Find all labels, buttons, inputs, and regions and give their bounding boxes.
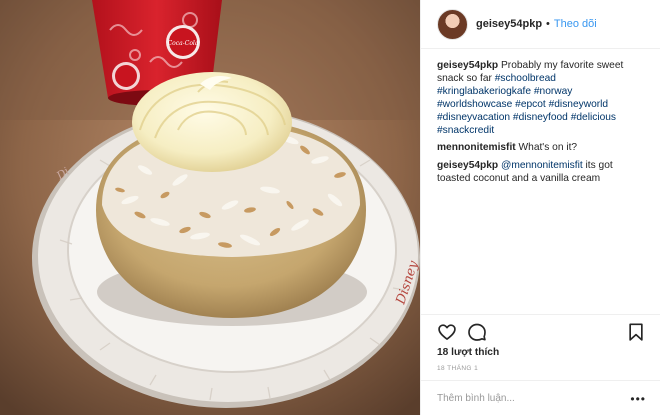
instagram-post: Coca-Cola Disney Di geisey54pkp • Theo d… <box>0 0 660 415</box>
hashtag-link[interactable]: #disneyworld <box>549 99 608 110</box>
post-header: geisey54pkp • Theo dõi <box>421 0 660 49</box>
like-count[interactable]: 18 lượt thích <box>437 347 646 358</box>
separator-dot: • <box>546 18 550 30</box>
post-author-username[interactable]: geisey54pkp <box>476 18 542 30</box>
post-photo[interactable]: Coca-Cola Disney Di <box>0 0 420 415</box>
comment-item: geisey54pkp @mennonitemisfit its got toa… <box>437 160 646 186</box>
comment-username[interactable]: mennonitemisfit <box>437 142 516 153</box>
bookmark-icon[interactable] <box>626 322 646 342</box>
post-actions: 18 lượt thích 18 THÁNG 1 <box>421 314 660 372</box>
cup-logo-text: Coca-Cola <box>168 40 199 47</box>
post-date: 18 THÁNG 1 <box>437 365 479 372</box>
follow-button[interactable]: Theo dõi <box>554 18 597 30</box>
hashtag-link[interactable]: #snackcredit <box>437 125 494 136</box>
hashtag-link[interactable]: #disneyfood <box>513 112 568 123</box>
hashtag-link[interactable]: #disneyvacation <box>437 112 510 123</box>
comment-text: What's on it? <box>518 142 578 154</box>
hashtag-link[interactable]: #schoolbread <box>495 73 556 84</box>
add-comment-bar: Thêm bình luận... ••• <box>421 380 660 416</box>
hashtag-link[interactable]: #worldshowcase <box>437 99 512 110</box>
add-comment-input[interactable]: Thêm bình luận... <box>437 393 630 404</box>
hashtag-link[interactable]: #kringlabakeriogkafe <box>437 86 531 97</box>
hashtag-link[interactable]: #norway <box>534 86 573 97</box>
hashtag-link[interactable]: #epcot <box>515 99 546 110</box>
mention-link[interactable]: @mennonitemisfit <box>501 160 583 171</box>
comment-item: geisey54pkp Probably my favorite sweet s… <box>437 60 646 137</box>
hashtag-link[interactable]: #delicious <box>571 112 616 123</box>
more-options-button[interactable]: ••• <box>630 392 646 406</box>
comment-icon[interactable] <box>467 322 487 342</box>
comment-username[interactable]: geisey54pkp <box>437 60 498 71</box>
school-bread-photo: Coca-Cola Disney Di <box>0 0 420 415</box>
comment-item: mennonitemisfit What's on it? <box>437 142 646 155</box>
comments-list: geisey54pkp Probably my favorite sweet s… <box>421 49 660 186</box>
comment-username[interactable]: geisey54pkp <box>437 160 498 171</box>
heart-icon[interactable] <box>437 322 457 342</box>
post-sidebar: geisey54pkp • Theo dõi geisey54pkp Proba… <box>420 0 660 415</box>
avatar[interactable] <box>437 8 468 40</box>
